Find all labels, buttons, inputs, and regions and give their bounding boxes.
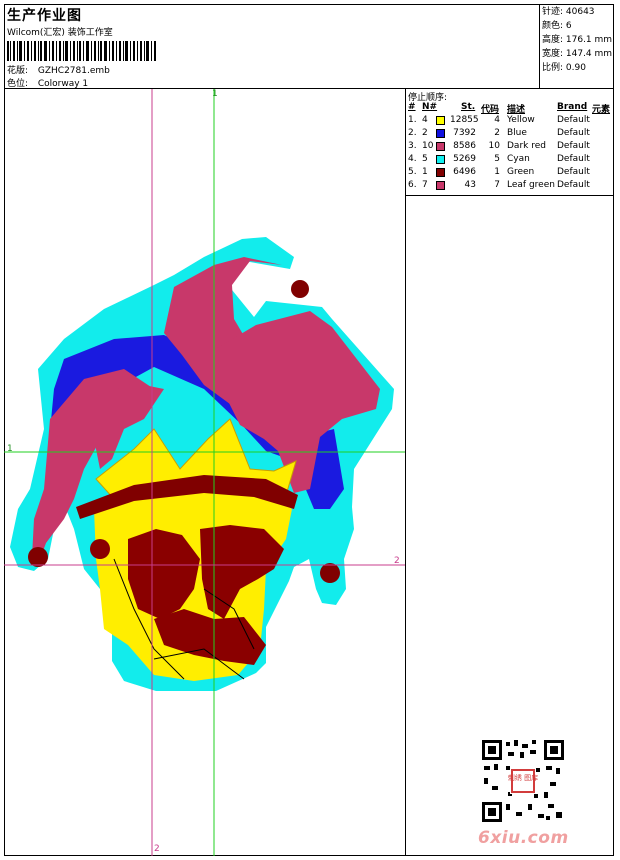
color-count: 颜色: 6	[542, 21, 572, 31]
bell-left	[28, 547, 48, 567]
stop-row: 4. 5 5269 5 Cyan Default	[406, 154, 614, 167]
stop-row: 2. 2 7392 2 Blue Default	[406, 128, 614, 141]
col-desc: 描述	[507, 105, 526, 115]
row-brand: Default	[557, 180, 590, 190]
color-swatch	[436, 129, 445, 138]
row-needle: 2	[422, 128, 428, 138]
col-needle: N#	[422, 102, 438, 112]
header-panel: 生产作业图 Wilcom(汇宏) 装饰工作室 花版: GZHC2781.emb …	[4, 4, 540, 89]
stop-row: 5. 1 6496 1 Green Default	[406, 167, 614, 180]
page-title: 生产作业图	[7, 8, 82, 24]
row-code: 2	[494, 128, 500, 138]
color-swatch	[436, 142, 445, 151]
row-index: 1.	[408, 115, 417, 125]
row-stitches: 5269	[453, 154, 476, 164]
qr-seal-text: 刺绣 图库	[508, 773, 538, 782]
row-index: 2.	[408, 128, 417, 138]
embroidery-design	[4, 89, 405, 856]
row-brand: Default	[557, 154, 590, 164]
row-code: 5	[494, 154, 500, 164]
site-watermark: 6xiu.com	[478, 828, 569, 848]
row-code: 7	[494, 180, 500, 190]
stats-panel: 针迹: 40643 颜色: 6 高度: 176.1 mm 宽度: 147.4 m…	[540, 4, 614, 89]
design-value: GZHC2781.emb	[37, 66, 110, 76]
row-desc: Cyan	[507, 154, 530, 164]
row-desc: Green	[507, 167, 535, 177]
row-desc: Leaf green	[507, 180, 555, 190]
eye-patch	[90, 539, 110, 559]
guide-label-right: 2	[394, 556, 400, 566]
stitch-count: 针迹: 40643	[542, 7, 595, 17]
col-code: 代码	[481, 105, 500, 115]
row-stitches: 12855	[450, 115, 479, 125]
stop-row: 3. 10 8586 10 Dark red Default	[406, 141, 614, 154]
guide-label-top: 1	[212, 89, 218, 99]
row-desc: Blue	[507, 128, 527, 138]
row-desc: Yellow	[507, 115, 535, 125]
guide-label-bottom: 2	[154, 844, 160, 854]
row-brand: Default	[557, 115, 590, 125]
row-index: 4.	[408, 154, 417, 164]
row-brand: Default	[557, 167, 590, 177]
col-brand: Brand	[557, 102, 588, 112]
row-code: 1	[494, 167, 500, 177]
row-needle: 4	[422, 115, 428, 125]
col-stitches: St.	[461, 102, 476, 112]
design-width: 宽度: 147.4 mm	[542, 49, 613, 59]
qr-code: 刺绣 图库	[480, 738, 566, 824]
design-scale: 比例: 0.90	[542, 63, 586, 73]
barcode	[7, 41, 156, 61]
row-code: 4	[494, 115, 500, 125]
row-needle: 7	[422, 180, 428, 190]
colorway-value: Colorway 1	[37, 79, 89, 89]
company-name: Wilcom(汇宏) 装饰工作室	[7, 28, 113, 38]
colorway-label: 色位:	[7, 79, 29, 89]
color-swatch	[436, 116, 445, 125]
row-desc: Dark red	[507, 141, 546, 151]
stop-row: 1. 4 12855 4 Yellow Default	[406, 115, 614, 128]
row-index: 3.	[408, 141, 417, 151]
row-needle: 1	[422, 167, 428, 177]
stop-row: 6. 7 43 7 Leaf green Default	[406, 180, 614, 193]
design-line: 花版: GZHC2781.emb	[7, 63, 110, 76]
stop-sequence-panel: 停止顺序: # N# St. 代码 描述 Brand 元素 1. 4 12855…	[406, 89, 614, 196]
design-label: 花版:	[7, 66, 29, 76]
bell-right	[320, 563, 340, 583]
design-canvas: 1 1 2 2	[4, 89, 406, 856]
row-needle: 5	[422, 154, 428, 164]
guide-label-left: 1	[7, 444, 13, 454]
row-needle: 10	[422, 141, 434, 151]
row-code: 10	[488, 141, 500, 151]
row-stitches: 43	[464, 180, 476, 190]
row-brand: Default	[557, 141, 590, 151]
row-index: 5.	[408, 167, 417, 177]
row-stitches: 8586	[453, 141, 476, 151]
color-swatch	[436, 181, 445, 190]
row-brand: Default	[557, 128, 590, 138]
colorway-line: 色位: Colorway 1	[7, 76, 88, 89]
design-height: 高度: 176.1 mm	[542, 35, 613, 45]
col-index: #	[408, 102, 416, 112]
color-swatch	[436, 155, 445, 164]
color-swatch	[436, 168, 445, 177]
row-stitches: 7392	[453, 128, 476, 138]
row-index: 6.	[408, 180, 417, 190]
col-element: 元素	[592, 105, 611, 115]
row-stitches: 6496	[453, 167, 476, 177]
bell-top	[291, 280, 309, 298]
